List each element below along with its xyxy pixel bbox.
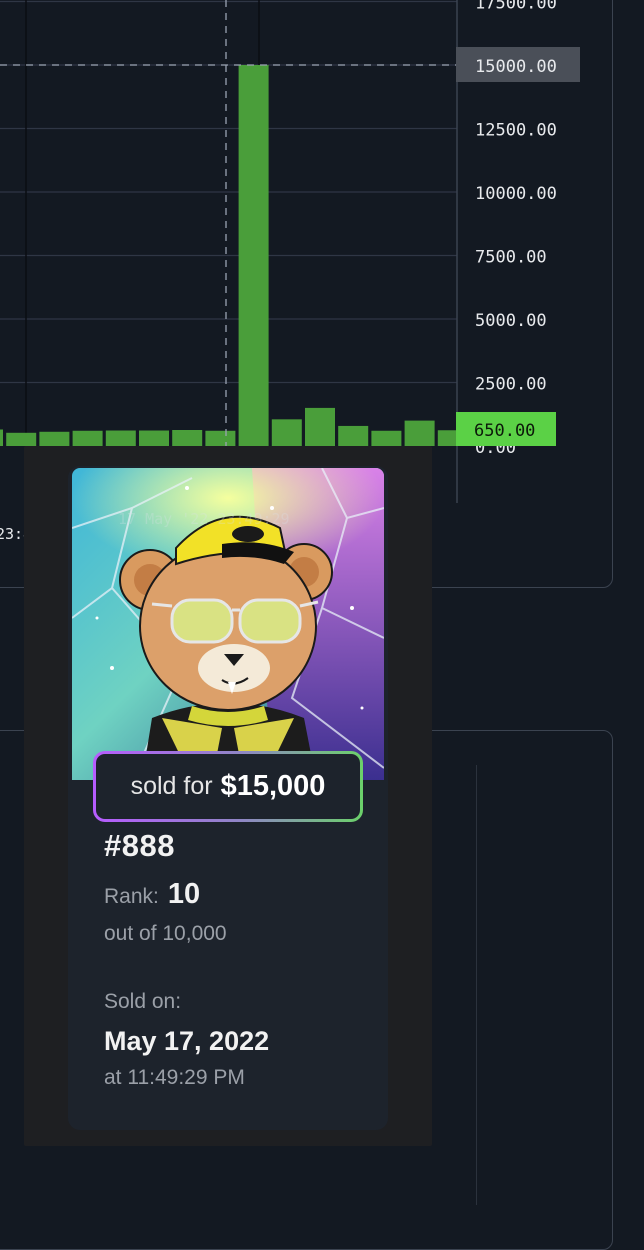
- y-tick-label: 7500.00: [475, 248, 547, 268]
- y-tick-label: 12500.00: [475, 121, 557, 141]
- y-tick-label: 10000.00: [475, 184, 557, 204]
- y-tick-label: 5000.00: [475, 311, 547, 331]
- sale-bar[interactable]: [6, 432, 37, 446]
- sold-price-badge: sold for $15,000: [93, 751, 363, 822]
- sale-bar[interactable]: [39, 431, 70, 446]
- sale-bar[interactable]: [205, 430, 236, 446]
- token-id: #888: [104, 828, 175, 863]
- rank-row: Rank: 10: [104, 878, 200, 911]
- sale-bar[interactable]: [172, 429, 203, 446]
- sold-on-label: Sold on:: [104, 990, 182, 1013]
- sale-bar[interactable]: [0, 429, 3, 446]
- crosshair-price-text: 15000.00: [475, 57, 557, 77]
- lower-panel-divider: [476, 765, 477, 1205]
- chart-grid: [0, 0, 457, 384]
- sold-date: May 17, 2022: [104, 1026, 270, 1056]
- crosshair-time-label: 17 May '22 23:49:29: [118, 510, 290, 528]
- sale-bar[interactable]: [238, 65, 269, 446]
- sale-bar[interactable]: [338, 425, 369, 446]
- crosshair-price-label: 15000.00: [456, 47, 580, 82]
- sale-bar[interactable]: [105, 430, 136, 446]
- last-price-text: 650.00: [474, 421, 535, 441]
- y-tick-label: 17500.00: [475, 0, 557, 14]
- sold-time: at 11:49:29 PM: [104, 1066, 245, 1089]
- sale-bar[interactable]: [139, 430, 169, 446]
- sale-bar[interactable]: [271, 419, 302, 446]
- sale-bar[interactable]: [72, 430, 103, 446]
- sale-bar[interactable]: [305, 407, 335, 446]
- last-price-label: 650.00: [456, 412, 556, 446]
- sale-bar[interactable]: [371, 430, 402, 446]
- sold-price-prefix: sold for: [130, 772, 213, 800]
- sold-price-value: $15,000: [220, 770, 326, 802]
- rank-label: Rank:: [104, 885, 159, 908]
- rank-value: 10: [167, 878, 201, 910]
- y-tick-label: 2500.00: [475, 375, 547, 395]
- sale-bar[interactable]: [404, 420, 435, 446]
- rank-total: out of 10,000: [104, 922, 227, 945]
